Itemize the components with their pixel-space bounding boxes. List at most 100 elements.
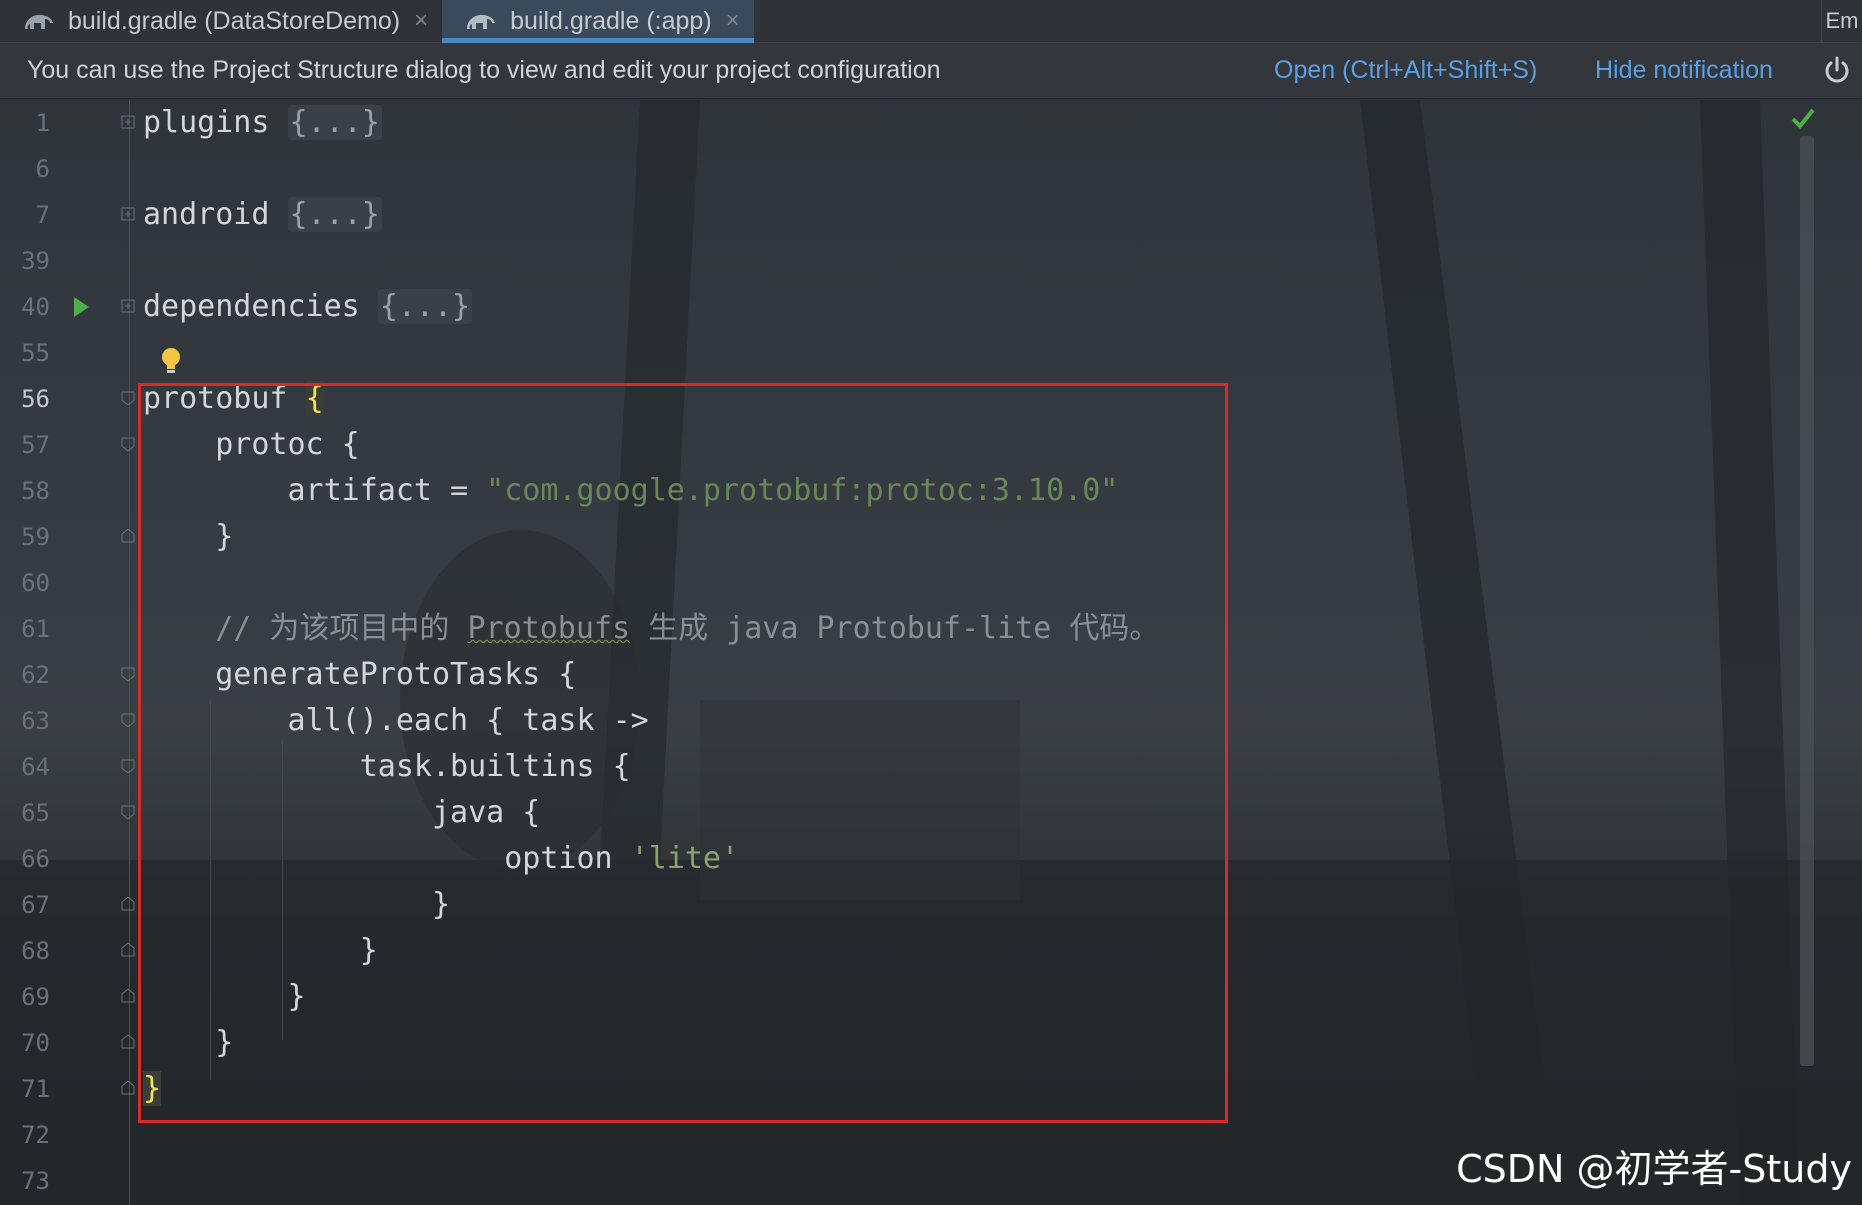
gradle-elephant-icon (467, 14, 496, 29)
code-text: protobuf { (143, 381, 324, 416)
fold-collapse-icon[interactable] (121, 758, 135, 774)
code-line: 61 // 为该项目中的 Protobufs 生成 java Protobuf-… (0, 606, 1800, 652)
code-text: } (143, 933, 378, 968)
line-number: 39 (21, 247, 50, 275)
code-text: generateProtoTasks { (143, 657, 577, 692)
code-line: 62 generateProtoTasks { (0, 652, 1800, 698)
code-text: task.builtins { (143, 749, 631, 784)
code-line: 71 } (0, 1066, 1800, 1112)
close-tab-icon[interactable]: × (726, 7, 740, 35)
code-text: option 'lite' (143, 841, 740, 876)
line-number: 63 (21, 707, 50, 735)
open-project-structure-link[interactable]: Open (Ctrl+Alt+Shift+S) (1274, 56, 1537, 85)
lightbulb-icon[interactable] (159, 346, 183, 376)
fold-end-icon[interactable] (121, 896, 135, 912)
line-number: 70 (21, 1029, 50, 1057)
notification-message: You can use the Project Structure dialog… (27, 56, 941, 84)
code-text: } (143, 1066, 162, 1112)
line-number: 66 (21, 845, 50, 873)
close-tab-icon[interactable]: × (414, 7, 428, 35)
fold-end-icon[interactable] (121, 1080, 135, 1096)
tab-build-gradle-app[interactable]: build.gradle (:app) × (442, 0, 754, 43)
code-text: protoc { (143, 427, 360, 462)
line-number: 57 (21, 431, 50, 459)
code-line: 69 } (0, 974, 1800, 1020)
code-line: 67 } (0, 882, 1800, 928)
fold-expand-icon[interactable] (121, 206, 135, 222)
code-line: 57 protoc { (0, 422, 1800, 468)
fold-end-icon[interactable] (121, 988, 135, 1004)
line-number: 64 (21, 753, 50, 781)
line-number: 73 (21, 1167, 50, 1195)
line-number: 62 (21, 661, 50, 689)
fold-collapse-icon[interactable] (121, 436, 135, 452)
tab-label: build.gradle (:app) (510, 6, 712, 35)
indent-guide (210, 700, 211, 1080)
matched-brace: { (305, 381, 324, 416)
line-number: 55 (21, 339, 50, 367)
line-number: 1 (35, 109, 50, 137)
indent-guide (282, 740, 283, 1040)
fold-expand-icon[interactable] (121, 114, 135, 130)
code-line: 40 dependencies {...} (0, 284, 1800, 330)
watermark: CSDN @初学者-Study (1456, 1147, 1852, 1191)
fold-end-icon[interactable] (121, 528, 135, 544)
folded-region[interactable]: {...} (377, 289, 473, 324)
code-text: java { (143, 795, 541, 830)
line-number: 56 (21, 385, 50, 413)
fold-collapse-icon[interactable] (121, 666, 135, 682)
code-line: 1 plugins {...} (0, 100, 1800, 146)
tab-overflow[interactable]: Em (1821, 0, 1862, 42)
code-text: plugins {...} (143, 105, 382, 140)
folded-region[interactable]: {...} (287, 105, 382, 140)
line-number: 61 (21, 615, 50, 643)
code-line: 63 all().each { task -> (0, 698, 1800, 744)
line-number: 68 (21, 937, 50, 965)
code-line: 39 (0, 238, 1800, 284)
tab-label: build.gradle (DataStoreDemo) (68, 6, 401, 35)
code-line: 68 } (0, 928, 1800, 974)
code-text: all().each { task -> (143, 703, 649, 738)
code-text: artifact = "com.google.protobuf:protoc:3… (143, 473, 1119, 508)
line-number: 60 (21, 569, 50, 597)
fold-collapse-icon[interactable] (121, 804, 135, 820)
line-number: 67 (21, 891, 50, 919)
folded-region[interactable]: {...} (287, 197, 382, 232)
tab-build-gradle-project[interactable]: build.gradle (DataStoreDemo) × (0, 0, 442, 42)
fold-collapse-icon[interactable] (121, 390, 135, 406)
gradle-elephant-icon (25, 14, 53, 29)
project-structure-notification: You can use the Project Structure dialog… (0, 43, 1862, 99)
code-comment: // 为该项目中的 Protobufs 生成 java Protobuf-lit… (143, 611, 1160, 646)
code-text: } (143, 887, 451, 922)
code-line: 55 (0, 330, 1800, 376)
code-line: 60 (0, 560, 1800, 606)
code-editor[interactable]: 1 plugins {...} 6 7 android {...} 39 40 … (0, 100, 1862, 1205)
line-number: 7 (35, 201, 50, 229)
vertical-scrollbar[interactable] (1800, 136, 1814, 1066)
line-number: 59 (21, 523, 50, 551)
code-line: 59 } (0, 514, 1800, 560)
code-line: 64 task.builtins { (0, 744, 1800, 790)
fold-expand-icon[interactable] (121, 298, 135, 314)
code-text: dependencies {...} (143, 289, 473, 324)
matched-brace: } (143, 1071, 162, 1106)
line-number: 65 (21, 799, 50, 827)
check-icon (1791, 108, 1815, 129)
line-number: 6 (35, 155, 50, 183)
run-play-icon[interactable] (72, 296, 90, 318)
line-number: 40 (21, 293, 50, 321)
code-text: android {...} (143, 197, 382, 232)
code-line: 66 option 'lite' (0, 836, 1800, 882)
code-line: 65 java { (0, 790, 1800, 836)
fold-end-icon[interactable] (121, 1034, 135, 1050)
hide-notification-link[interactable]: Hide notification (1595, 56, 1773, 85)
string-literal: "com.google.protobuf:protoc:3.10.0" (486, 473, 1119, 508)
fold-end-icon[interactable] (121, 942, 135, 958)
line-number: 71 (21, 1075, 50, 1103)
fold-collapse-icon[interactable] (121, 712, 135, 728)
power-icon[interactable] (1820, 54, 1854, 88)
code-line: 6 (0, 146, 1800, 192)
typo-squiggle: Protobufs (467, 611, 631, 646)
code-line: 58 artifact = "com.google.protobuf:proto… (0, 468, 1800, 514)
code-line: 70 } (0, 1020, 1800, 1066)
